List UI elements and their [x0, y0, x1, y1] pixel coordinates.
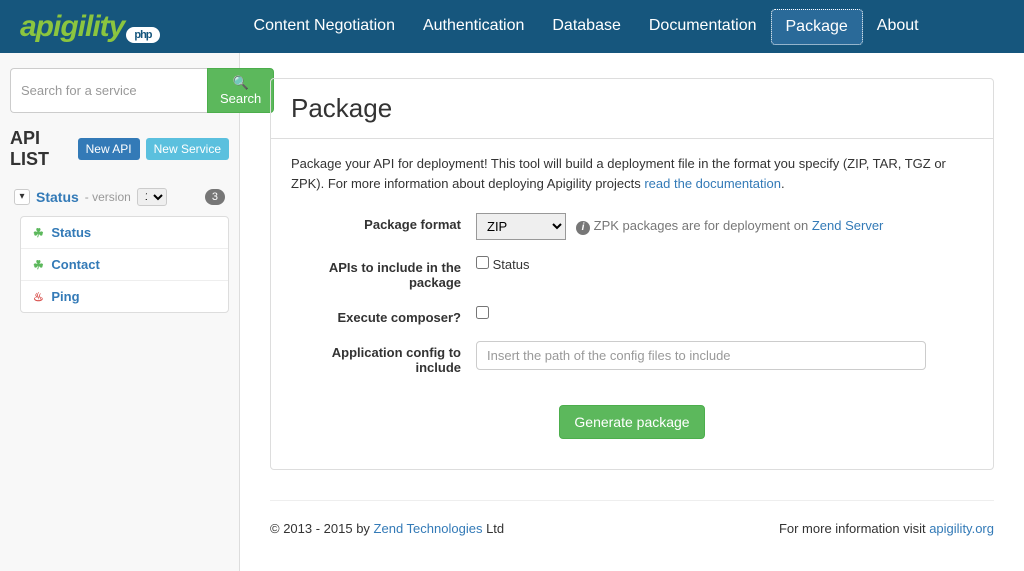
zend-tech-link[interactable]: Zend Technologies	[374, 521, 483, 536]
api-list-title: API LIST	[10, 128, 72, 170]
app-config-input[interactable]	[476, 341, 926, 370]
logo-php-badge: php	[126, 27, 159, 43]
leaf-icon: ☘	[33, 226, 44, 240]
footer-more-info: For more information visit apigility.org	[779, 521, 994, 536]
nav-database[interactable]: Database	[538, 9, 635, 45]
api-checkbox-status[interactable]	[476, 256, 489, 269]
service-item-contact[interactable]: ☘ Contact	[21, 249, 228, 281]
api-version-select[interactable]: 1	[137, 188, 167, 206]
api-version-label: - version	[85, 190, 131, 204]
generate-package-button[interactable]: Generate package	[559, 405, 704, 439]
composer-checkbox[interactable]	[476, 306, 489, 319]
page-title: Package	[271, 79, 993, 139]
header-bar: apigility php Content Negotiation Authen…	[0, 0, 1024, 53]
fire-icon: ♨	[33, 290, 44, 304]
logo-text: apigility	[20, 10, 124, 44]
api-row: ▾ Status - version 1 3	[10, 182, 229, 212]
composer-label: Execute composer?	[291, 306, 476, 325]
footer: © 2013 - 2015 by Zend Technologies Ltd F…	[270, 500, 994, 546]
pkg-format-select[interactable]: ZIP	[476, 213, 566, 240]
apis-include-label: APIs to include in the package	[291, 256, 476, 290]
nav-documentation[interactable]: Documentation	[635, 9, 771, 45]
service-item-status[interactable]: ☘ Status	[21, 217, 228, 249]
nav-content-negotiation[interactable]: Content Negotiation	[240, 9, 409, 45]
main-content: Package Package your API for deployment!…	[240, 53, 1024, 571]
apigility-org-link[interactable]: apigility.org	[929, 521, 994, 536]
service-item-label: Status	[51, 225, 91, 240]
nav-authentication[interactable]: Authentication	[409, 9, 538, 45]
pkg-format-help: i ZPK packages are for deployment on Zen…	[576, 218, 883, 235]
service-item-label: Ping	[51, 289, 79, 304]
read-docs-link[interactable]: read the documentation	[644, 176, 781, 191]
logo[interactable]: apigility php	[20, 10, 160, 44]
leaf-icon: ☘	[33, 258, 44, 272]
app-config-label: Application config to include	[291, 341, 476, 375]
search-input[interactable]	[10, 68, 207, 113]
info-icon: i	[576, 221, 590, 235]
footer-copyright: © 2013 - 2015 by Zend Technologies Ltd	[270, 521, 504, 536]
service-item-label: Contact	[51, 257, 99, 272]
zend-server-link[interactable]: Zend Server	[812, 218, 884, 233]
api-name-link[interactable]: Status	[36, 189, 79, 205]
api-checkbox-label: Status	[493, 257, 530, 272]
sidebar: 🔍 Search API LIST New API New Service ▾ …	[0, 53, 240, 571]
new-api-button[interactable]: New API	[78, 138, 140, 160]
chevron-down-icon[interactable]: ▾	[14, 189, 30, 205]
service-list: ☘ Status ☘ Contact ♨ Ping	[20, 216, 229, 313]
api-service-count-badge: 3	[205, 189, 225, 205]
nav-about[interactable]: About	[863, 9, 933, 45]
package-panel: Package Package your API for deployment!…	[270, 78, 994, 470]
nav-package[interactable]: Package	[771, 9, 863, 45]
pkg-format-label: Package format	[291, 213, 476, 232]
new-service-button[interactable]: New Service	[146, 138, 229, 160]
service-item-ping[interactable]: ♨ Ping	[21, 281, 228, 312]
intro-text: Package your API for deployment! This to…	[291, 154, 973, 193]
main-nav: Content Negotiation Authentication Datab…	[240, 9, 933, 45]
api-checkbox-status-wrapper[interactable]: Status	[476, 256, 529, 272]
